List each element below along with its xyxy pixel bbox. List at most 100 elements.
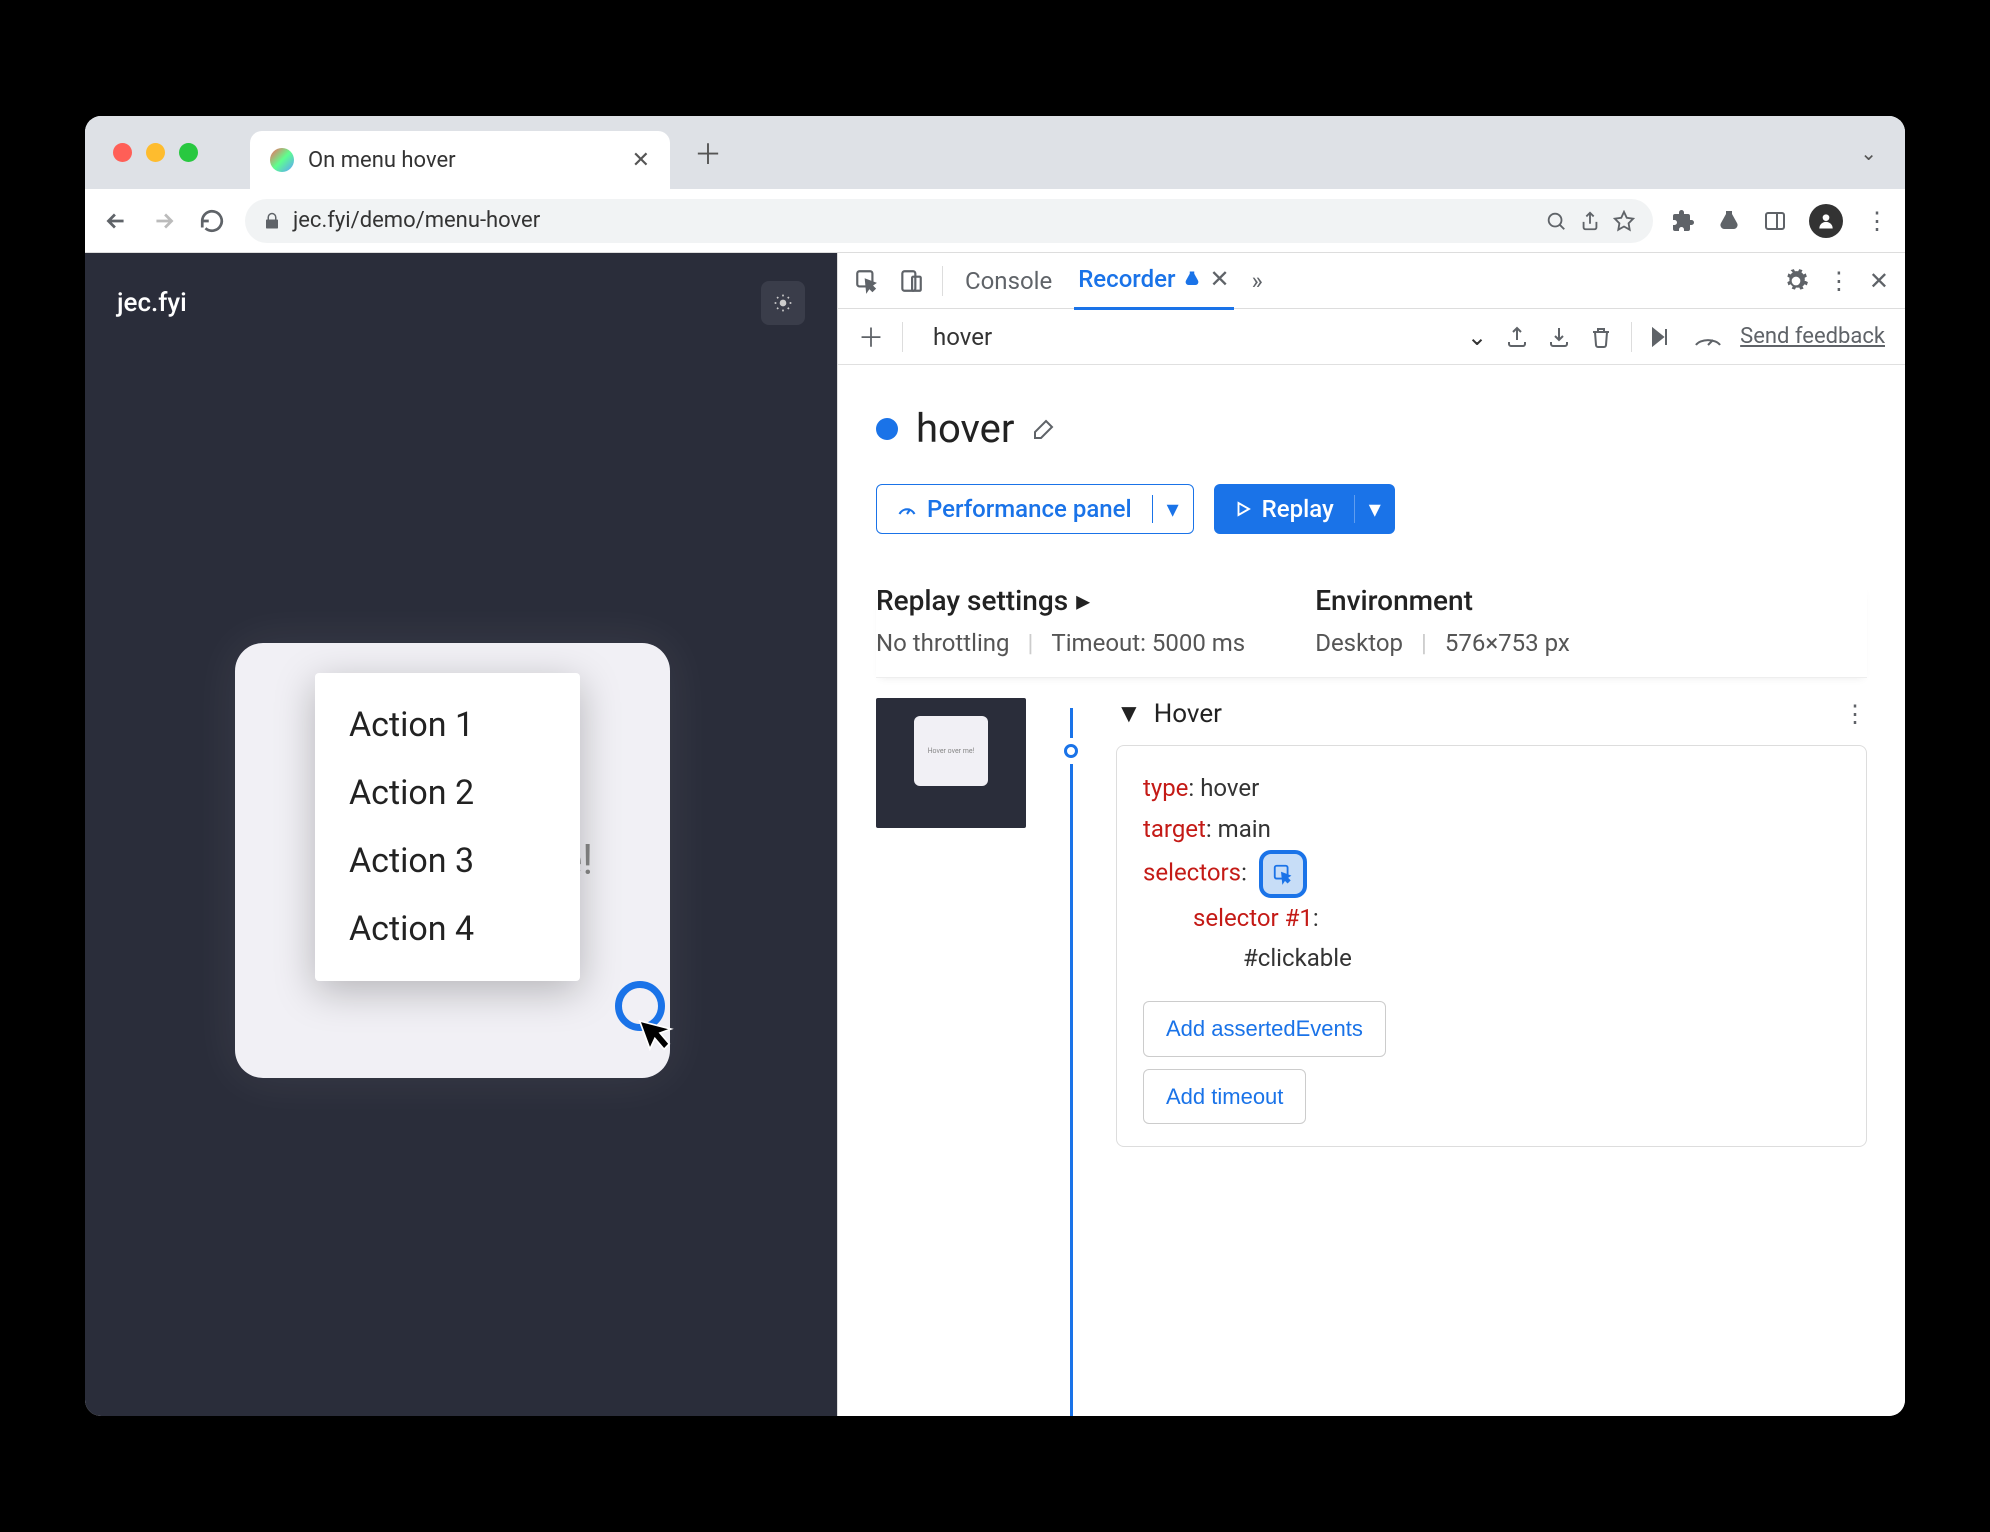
chevron-down-icon: ⌄ — [1467, 323, 1487, 351]
action-item-1[interactable]: Action 1 — [315, 691, 580, 759]
step-icon[interactable] — [1650, 325, 1676, 349]
toolbar-actions: ⋮ — [1671, 204, 1889, 238]
recording-status-dot — [876, 418, 898, 440]
labs-icon[interactable] — [1717, 209, 1741, 233]
export-icon[interactable] — [1505, 325, 1529, 349]
recorder-toolbar: ＋ hover ⌄ — [838, 309, 1905, 365]
add-asserted-events-button[interactable]: Add assertedEvents — [1143, 1001, 1386, 1056]
window-close[interactable] — [113, 143, 132, 162]
avatar[interactable] — [1809, 204, 1843, 238]
step-details: type: hover target: main selectors: — [1116, 745, 1867, 1147]
theme-toggle[interactable] — [761, 281, 805, 325]
close-icon[interactable]: ✕ — [1869, 267, 1889, 295]
replay-settings-title: Replay settings — [876, 584, 1068, 617]
chevron-down-icon[interactable]: ⌄ — [1860, 141, 1877, 165]
delete-icon[interactable] — [1589, 325, 1613, 349]
timeline-dot — [1064, 744, 1078, 758]
code-selectors-key: selectors — [1143, 858, 1241, 886]
selector-label: selector #1 — [1193, 904, 1313, 932]
reload-button[interactable] — [197, 206, 227, 236]
recorder-tab-label: Recorder — [1078, 265, 1175, 293]
more-icon[interactable]: ⋮ — [1827, 267, 1851, 295]
share-icon[interactable] — [1579, 210, 1601, 232]
replay-button[interactable]: Replay ▾ — [1214, 484, 1395, 534]
close-icon[interactable]: ✕ — [1209, 265, 1229, 293]
more-icon[interactable]: ⋮ — [1865, 207, 1889, 235]
viewport-value: 576×753 px — [1445, 629, 1570, 657]
more-icon[interactable]: ⋮ — [1843, 700, 1867, 728]
content: jec.fyi Hover over me! Action 1 Action 2… — [85, 253, 1905, 1416]
recording-dropdown[interactable]: hover ⌄ — [921, 323, 1487, 351]
more-tabs-icon[interactable]: » — [1252, 267, 1263, 295]
action-item-3[interactable]: Action 3 — [315, 827, 580, 895]
recorder-tab[interactable]: Recorder ✕ — [1074, 253, 1233, 310]
lock-icon — [263, 212, 281, 230]
performance-panel-button[interactable]: Performance panel ▾ — [876, 484, 1194, 534]
button-row: Performance panel ▾ Replay ▾ — [876, 484, 1867, 534]
labs-icon — [1183, 270, 1201, 288]
device-icon[interactable] — [898, 268, 924, 294]
window-minimize[interactable] — [146, 143, 165, 162]
star-icon[interactable] — [1613, 210, 1635, 232]
console-tab[interactable]: Console — [961, 253, 1056, 309]
add-timeout-button[interactable]: Add timeout — [1143, 1069, 1306, 1124]
settings-row: Replay settings ▸ No throttling | Timeou… — [876, 584, 1867, 678]
step-header[interactable]: ▼ Hover ⋮ — [1116, 698, 1867, 729]
back-button[interactable] — [101, 206, 131, 236]
forward-button[interactable] — [149, 206, 179, 236]
browser-window: On menu hover ✕ ＋ ⌄ jec.fyi/demo/menu-ho… — [85, 116, 1905, 1416]
timeout-value: Timeout: 5000 ms — [1051, 629, 1245, 657]
environment-settings: Environment Desktop | 576×753 px — [1315, 584, 1570, 657]
recorder-body: hover Performance panel ▾ — [838, 365, 1905, 1416]
inspect-icon[interactable] — [854, 268, 880, 294]
code-target-key: target — [1143, 815, 1206, 843]
recording-name: hover — [921, 323, 1467, 351]
environment-title: Environment — [1315, 584, 1473, 617]
replay-settings[interactable]: Replay settings ▸ No throttling | Timeou… — [876, 584, 1245, 657]
chevron-right-icon: ▸ — [1076, 584, 1090, 617]
code-type-key: type — [1143, 774, 1188, 802]
step-area: Hover over me! ▼ Hover ⋮ — [876, 698, 1867, 1416]
step-content: ▼ Hover ⋮ type: hover target: main — [1116, 698, 1867, 1416]
side-panel-icon[interactable] — [1763, 209, 1787, 233]
play-icon — [1234, 500, 1252, 518]
code-target-val[interactable]: main — [1218, 815, 1271, 843]
action-item-2[interactable]: Action 2 — [315, 759, 580, 827]
browser-tab[interactable]: On menu hover ✕ — [250, 131, 670, 189]
step-thumbnail[interactable]: Hover over me! — [876, 698, 1026, 828]
action-item-4[interactable]: Action 4 — [315, 895, 580, 963]
import-icon[interactable] — [1547, 325, 1571, 349]
device-value: Desktop — [1315, 629, 1403, 657]
selector-picker-button[interactable] — [1259, 850, 1307, 898]
edit-icon[interactable] — [1032, 417, 1056, 441]
window-maximize[interactable] — [179, 143, 198, 162]
selector-value[interactable]: #clickable — [1243, 944, 1352, 972]
search-icon[interactable] — [1545, 210, 1567, 232]
address-bar: jec.fyi/demo/menu-hover — [85, 189, 1905, 253]
replay-label: Replay — [1262, 495, 1334, 523]
gear-icon[interactable] — [1783, 268, 1809, 294]
chevron-down-icon[interactable]: ▾ — [1152, 495, 1193, 523]
slow-replay-icon[interactable] — [1694, 327, 1722, 347]
code-type-val[interactable]: hover — [1200, 774, 1259, 802]
recording-title-row: hover — [876, 405, 1867, 452]
action-menu: Action 1 Action 2 Action 3 Action 4 — [315, 673, 580, 981]
close-icon[interactable]: ✕ — [632, 148, 650, 173]
devtools-tabs: Console Recorder ✕ » ⋮ ✕ — [838, 253, 1905, 309]
new-tab-button[interactable]: ＋ — [694, 133, 722, 173]
feedback-link[interactable]: Send feedback — [1740, 324, 1885, 349]
url-bar[interactable]: jec.fyi/demo/menu-hover — [245, 199, 1653, 243]
chevron-down-icon: ▼ — [1116, 698, 1142, 729]
titlebar: On menu hover ✕ ＋ ⌄ — [85, 116, 1905, 189]
chevron-down-icon[interactable]: ▾ — [1354, 495, 1395, 523]
webpage-header: jec.fyi — [85, 253, 837, 353]
timeline — [1056, 698, 1086, 1416]
extensions-icon[interactable] — [1671, 209, 1695, 233]
thumb-card: Hover over me! — [914, 716, 988, 786]
gauge-icon — [897, 499, 917, 519]
performance-label: Performance panel — [927, 495, 1132, 523]
site-name: jec.fyi — [117, 288, 187, 318]
add-button[interactable]: ＋ — [858, 318, 884, 355]
recording-title: hover — [916, 405, 1014, 452]
tab-title: On menu hover — [308, 148, 618, 173]
